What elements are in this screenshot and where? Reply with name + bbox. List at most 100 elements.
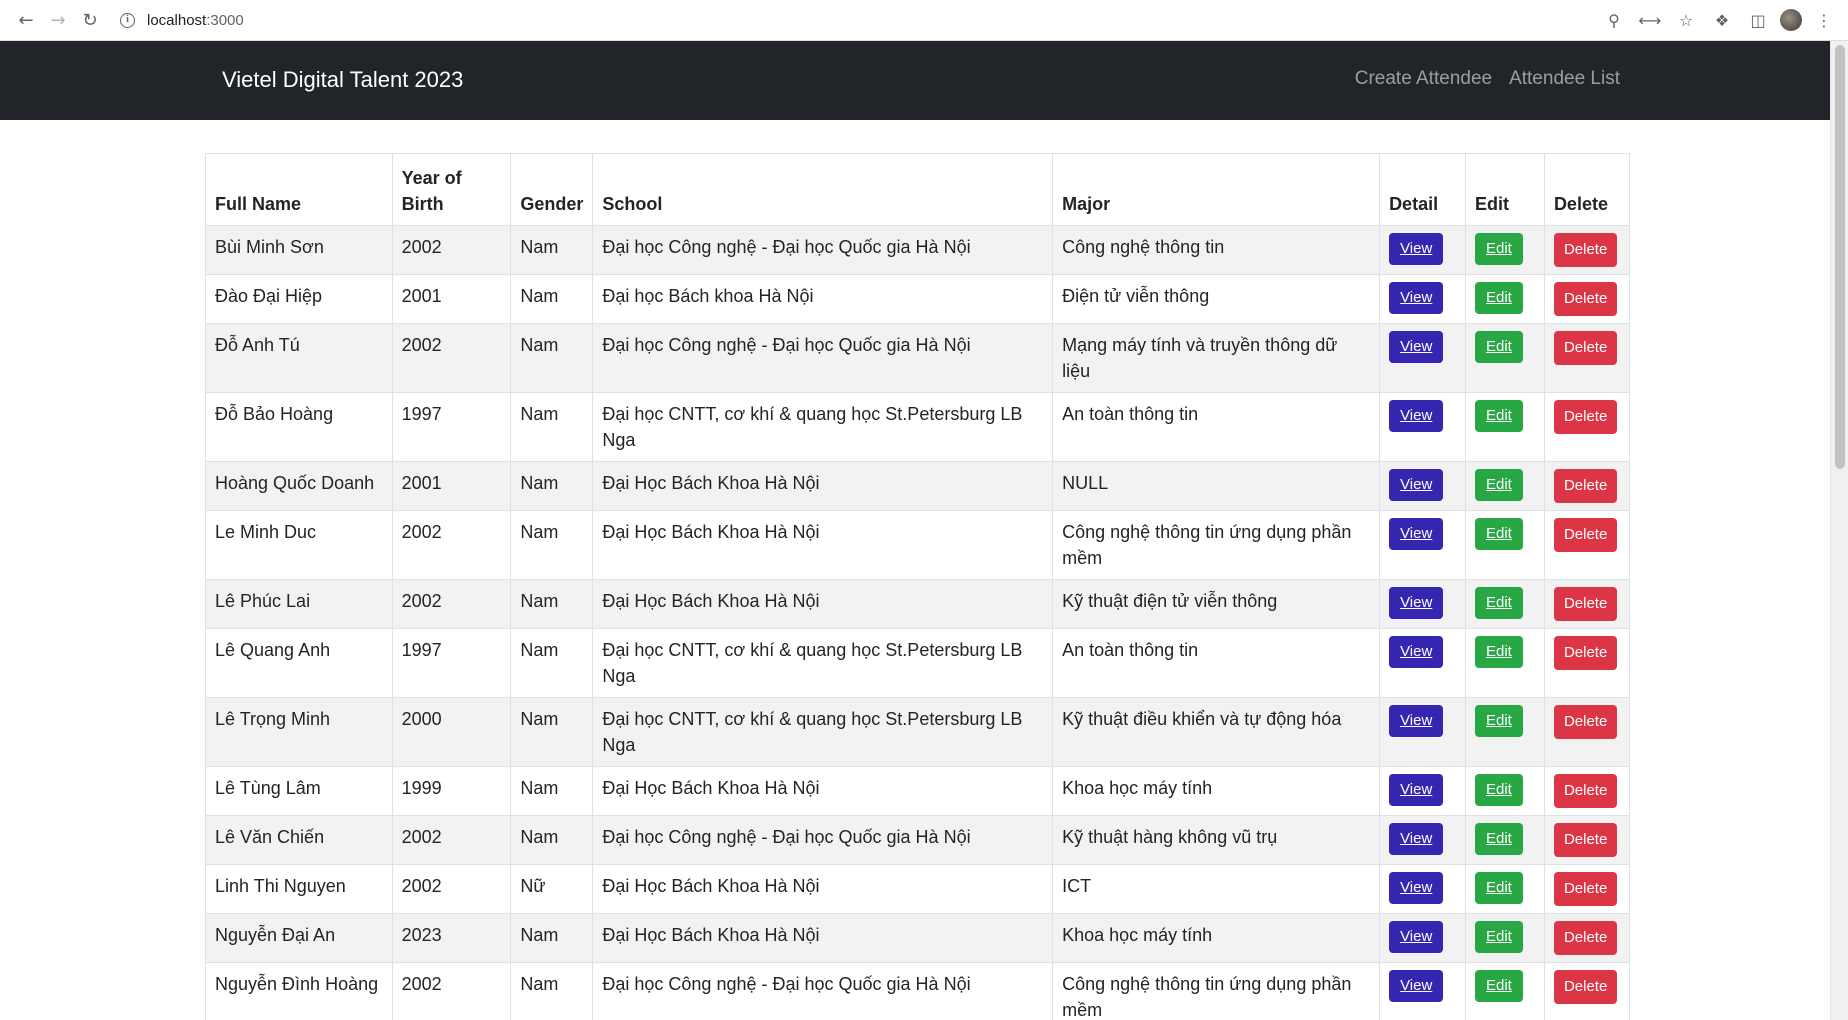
delete-button[interactable]: Delete xyxy=(1553,469,1618,503)
zoom-icon[interactable]: ⚲ xyxy=(1600,6,1628,34)
header-year-of-birth: Year of Birth xyxy=(391,153,512,226)
table-body: Bùi Minh Sơn 2002 Nam Đại học Công nghệ - Đ… xyxy=(205,225,1631,1020)
edit-button[interactable]: Edit xyxy=(1475,970,1523,1002)
table-row: Đỗ Bảo Hoàng 1997 Nam Đại học CNTT, cơ khí … xyxy=(205,392,1631,462)
cell-major: Kỹ thuật điện tử viễn thông xyxy=(1052,579,1381,629)
attendee-table: Full Name Year of Birth Gender School Ma… xyxy=(205,153,1631,1020)
cell-school: Đại Học Bách Khoa Hà Nội xyxy=(592,510,1054,580)
header-delete: Delete xyxy=(1543,153,1631,226)
cell-gender: Nam xyxy=(510,323,594,393)
delete-button[interactable]: Delete xyxy=(1553,705,1618,739)
cell-school: Đại Học Bách Khoa Hà Nội xyxy=(592,461,1054,511)
view-button[interactable]: View xyxy=(1389,970,1444,1002)
view-button[interactable]: View xyxy=(1389,233,1444,265)
nav-link-create-attendee[interactable]: Create Attendee xyxy=(1355,68,1492,90)
bookmark-star-icon[interactable]: ☆ xyxy=(1672,6,1700,34)
cell-gender: Nam xyxy=(510,815,594,865)
header-detail: Detail xyxy=(1379,153,1466,226)
cell-gender: Nam xyxy=(510,461,594,511)
navbar-brand[interactable]: Vietel Digital Talent 2023 xyxy=(222,67,463,93)
share-icon[interactable]: ⟷ xyxy=(1636,6,1664,34)
view-button[interactable]: View xyxy=(1389,587,1444,619)
cell-delete: Delete xyxy=(1543,461,1631,511)
scrollbar-thumb[interactable] xyxy=(1835,45,1845,469)
delete-button[interactable]: Delete xyxy=(1553,233,1618,267)
cell-view: View xyxy=(1379,913,1466,963)
cell-edit: Edit xyxy=(1465,628,1545,698)
cell-edit: Edit xyxy=(1465,579,1545,629)
edit-button[interactable]: Edit xyxy=(1475,587,1523,619)
cell-view: View xyxy=(1379,864,1466,914)
cell-school: Đại Học Bách Khoa Hà Nội xyxy=(592,913,1054,963)
delete-button[interactable]: Delete xyxy=(1553,518,1618,552)
profile-avatar[interactable] xyxy=(1780,9,1802,31)
view-button[interactable]: View xyxy=(1389,774,1444,806)
side-panel-icon[interactable]: ◫ xyxy=(1744,6,1772,34)
cell-full-name: Lê Trọng Minh xyxy=(205,697,393,767)
edit-button[interactable]: Edit xyxy=(1475,705,1523,737)
table-row: Nguyễn Đại An 2023 Nam Đại Học Bách Khoa Hà… xyxy=(205,913,1631,963)
forward-icon[interactable]: → xyxy=(42,4,74,36)
delete-button[interactable]: Delete xyxy=(1553,587,1618,621)
header-school: School xyxy=(592,153,1054,226)
edit-button[interactable]: Edit xyxy=(1475,469,1523,501)
view-button[interactable]: View xyxy=(1389,823,1444,855)
edit-button[interactable]: Edit xyxy=(1475,282,1523,314)
edit-button[interactable]: Edit xyxy=(1475,331,1523,363)
cell-full-name: Đào Đại Hiệp xyxy=(205,274,393,324)
delete-button[interactable]: Delete xyxy=(1553,823,1618,857)
cell-edit: Edit xyxy=(1465,274,1545,324)
reload-icon[interactable]: ↻ xyxy=(74,4,106,36)
cell-major: Công nghệ thông tin ứng dụng phần mềm xyxy=(1052,510,1381,580)
cell-full-name: Lê Văn Chiến xyxy=(205,815,393,865)
edit-button[interactable]: Edit xyxy=(1475,872,1523,904)
view-button[interactable]: View xyxy=(1389,400,1444,432)
cell-year-of-birth: 2000 xyxy=(391,697,512,767)
edit-button[interactable]: Edit xyxy=(1475,233,1523,265)
view-button[interactable]: View xyxy=(1389,282,1444,314)
table-row: Linh Thi Nguyen 2002 Nữ Đại Học Bách Khoa H… xyxy=(205,864,1631,914)
delete-button[interactable]: Delete xyxy=(1553,636,1618,670)
view-button[interactable]: View xyxy=(1389,872,1444,904)
navbar-links: Create Attendee Attendee List xyxy=(1355,68,1620,90)
edit-button[interactable]: Edit xyxy=(1475,774,1523,806)
cell-view: View xyxy=(1379,323,1466,393)
extensions-icon[interactable]: ❖ xyxy=(1708,6,1736,34)
edit-button[interactable]: Edit xyxy=(1475,400,1523,432)
view-button[interactable]: View xyxy=(1389,518,1444,550)
view-button[interactable]: View xyxy=(1389,469,1444,501)
delete-button[interactable]: Delete xyxy=(1553,774,1618,808)
delete-button[interactable]: Delete xyxy=(1553,400,1618,434)
back-icon[interactable]: ← xyxy=(10,4,42,36)
info-icon[interactable]: i xyxy=(120,12,135,28)
view-button[interactable]: View xyxy=(1389,921,1444,953)
cell-view: View xyxy=(1379,392,1466,462)
cell-school: Đại học Công nghệ - Đại học Quốc gia Hà … xyxy=(592,225,1054,275)
cell-gender: Nam xyxy=(510,628,594,698)
edit-button[interactable]: Edit xyxy=(1475,636,1523,668)
menu-dots-icon[interactable]: ⋮ xyxy=(1810,6,1838,34)
delete-button[interactable]: Delete xyxy=(1553,970,1618,1004)
cell-edit: Edit xyxy=(1465,864,1545,914)
delete-button[interactable]: Delete xyxy=(1553,872,1618,906)
cell-view: View xyxy=(1379,579,1466,629)
delete-button[interactable]: Delete xyxy=(1553,282,1618,316)
address-bar[interactable]: i localhost:3000 xyxy=(120,5,1600,35)
table-row: Nguyễn Đình Hoàng 2002 Nam Đại học Công ngh… xyxy=(205,962,1631,1020)
nav-link-attendee-list[interactable]: Attendee List xyxy=(1509,68,1620,90)
cell-gender: Nữ xyxy=(510,864,594,914)
view-button[interactable]: View xyxy=(1389,636,1444,668)
edit-button[interactable]: Edit xyxy=(1475,518,1523,550)
cell-school: Đại học CNTT, cơ khí & quang học St.Pete… xyxy=(592,392,1054,462)
delete-button[interactable]: Delete xyxy=(1553,331,1618,365)
cell-full-name: Lê Tùng Lâm xyxy=(205,766,393,816)
app-navbar: Vietel Digital Talent 2023 Create Attend… xyxy=(0,41,1830,120)
edit-button[interactable]: Edit xyxy=(1475,823,1523,855)
edit-button[interactable]: Edit xyxy=(1475,921,1523,953)
delete-button[interactable]: Delete xyxy=(1553,921,1618,955)
view-button[interactable]: View xyxy=(1389,705,1444,737)
cell-delete: Delete xyxy=(1543,628,1631,698)
page-scrollbar[interactable] xyxy=(1830,41,1848,1020)
view-button[interactable]: View xyxy=(1389,331,1444,363)
cell-delete: Delete xyxy=(1543,392,1631,462)
